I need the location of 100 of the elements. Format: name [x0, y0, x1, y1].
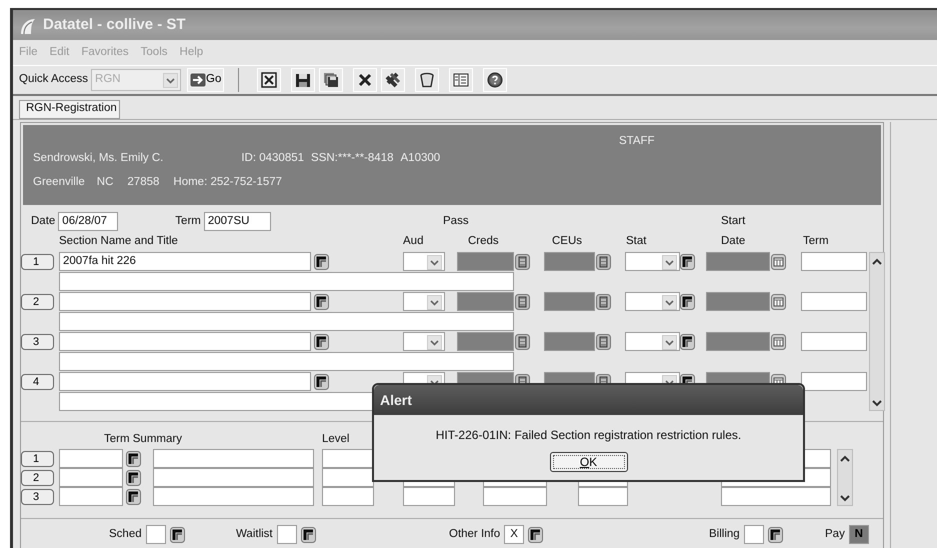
detail-icon[interactable]: [314, 254, 329, 270]
close-button[interactable]: [257, 68, 282, 92]
term-field[interactable]: [59, 487, 123, 506]
summary-field[interactable]: [578, 487, 628, 506]
field-label: Term: [175, 214, 201, 229]
column-header: Aud: [403, 234, 424, 249]
caret-icon[interactable]: [662, 295, 677, 310]
calendar-icon[interactable]: [771, 334, 786, 350]
level-field[interactable]: [322, 468, 374, 487]
row-number-button[interactable]: 2: [21, 294, 54, 310]
term-field[interactable]: [801, 252, 867, 271]
description-field[interactable]: [153, 468, 314, 487]
tab[interactable]: RGN-Registration: [19, 100, 120, 119]
term-field[interactable]: 2007SU: [204, 212, 271, 231]
level-field[interactable]: [322, 487, 374, 506]
credits-field: [457, 332, 514, 351]
term-field[interactable]: [801, 372, 867, 391]
ok-button[interactable]: OK: [550, 452, 628, 472]
go-button[interactable]: Go: [187, 68, 224, 92]
calculator-icon[interactable]: [515, 254, 530, 270]
caret-icon[interactable]: [427, 335, 442, 350]
detail-icon[interactable]: [126, 470, 141, 486]
caret-icon[interactable]: [662, 255, 677, 270]
description-field[interactable]: [153, 487, 314, 506]
section-name-field[interactable]: [59, 372, 311, 391]
detail-icon[interactable]: [680, 294, 695, 310]
calculator-icon[interactable]: [515, 334, 530, 350]
detail-icon[interactable]: [126, 451, 141, 467]
close-icon: [261, 72, 278, 88]
detail-icon[interactable]: [528, 526, 544, 542]
alert-message: HIT-226-01IN: Failed Section registration restriction rules.: [434, 427, 742, 444]
field-label: Other Info: [449, 527, 500, 542]
save-button[interactable]: [291, 68, 316, 92]
header-text: Sendrowski, Ms. Emily C.: [33, 151, 164, 166]
row-number-button[interactable]: 3: [21, 489, 54, 505]
term-field[interactable]: [59, 468, 123, 487]
summary-field[interactable]: [483, 487, 547, 506]
flag-field[interactable]: X: [504, 525, 524, 544]
section-title-field[interactable]: [59, 352, 514, 371]
term-field[interactable]: [801, 332, 867, 351]
row-number-button[interactable]: 1: [21, 254, 54, 270]
cross-button[interactable]: [381, 68, 406, 92]
section-title-field[interactable]: [59, 312, 514, 331]
scrollbar[interactable]: [837, 449, 853, 506]
cross-icon: [385, 72, 402, 88]
save-all-button[interactable]: [319, 68, 344, 92]
section-name-field[interactable]: [59, 292, 311, 311]
row-number-button[interactable]: 2: [21, 470, 54, 486]
level-field[interactable]: [322, 449, 374, 468]
caret-icon[interactable]: [427, 255, 442, 270]
role-label: STAFF: [619, 134, 655, 149]
section-title-field[interactable]: [59, 272, 514, 291]
start-date-field: [706, 292, 770, 311]
column-header: Start: [721, 214, 746, 229]
calculator-icon[interactable]: [596, 334, 611, 350]
description-field[interactable]: [153, 449, 314, 468]
column-header: Date: [721, 234, 746, 249]
calendar-icon[interactable]: [771, 294, 786, 310]
delete-icon: [357, 72, 374, 88]
detail-icon[interactable]: [126, 489, 141, 505]
panel-button[interactable]: [449, 68, 474, 92]
summary-field[interactable]: [403, 487, 455, 506]
section-name-field[interactable]: [59, 332, 311, 351]
flag-field[interactable]: [146, 525, 166, 544]
flag-field[interactable]: [276, 525, 297, 544]
detail-icon[interactable]: [314, 374, 329, 390]
term-field[interactable]: [801, 292, 867, 311]
calculator-icon[interactable]: [596, 294, 611, 310]
section-name-field[interactable]: 2007fa hit 226: [59, 252, 311, 271]
row-number-button[interactable]: 4: [21, 374, 54, 390]
detail-icon[interactable]: [680, 254, 695, 270]
term-field[interactable]: [59, 449, 123, 468]
calendar-icon[interactable]: [771, 254, 786, 270]
caret-icon[interactable]: [662, 335, 677, 350]
flag-field[interactable]: [744, 525, 764, 544]
column-header: Level: [322, 432, 350, 447]
column-header: Term: [803, 234, 830, 249]
detail-icon[interactable]: [314, 334, 329, 350]
row-number-button[interactable]: 1: [21, 451, 54, 467]
delete-button[interactable]: [353, 68, 378, 92]
field-label: Billing: [709, 527, 740, 542]
date-field[interactable]: 06/28/07: [58, 212, 118, 231]
row-number-button[interactable]: 3: [21, 334, 54, 350]
header-text: Home: 252-752-1577: [173, 175, 282, 190]
summary-field[interactable]: [721, 487, 831, 506]
scrollbar[interactable]: [869, 252, 885, 411]
detail-icon[interactable]: [300, 526, 316, 542]
help-button[interactable]: [483, 68, 508, 92]
detail-icon[interactable]: [314, 294, 329, 310]
detail-icon[interactable]: [768, 526, 783, 542]
calculator-icon[interactable]: [515, 294, 530, 310]
trash-icon: [419, 72, 436, 88]
window-title: Datatel - collive - ST: [43, 14, 186, 35]
header-text: Greenville: [33, 175, 85, 190]
caret-icon[interactable]: [427, 295, 442, 310]
calculator-icon[interactable]: [596, 254, 611, 270]
detail-icon[interactable]: [680, 334, 695, 350]
detail-icon[interactable]: [170, 526, 185, 542]
column-header: Pass: [443, 214, 470, 229]
trash-button[interactable]: [415, 68, 440, 92]
